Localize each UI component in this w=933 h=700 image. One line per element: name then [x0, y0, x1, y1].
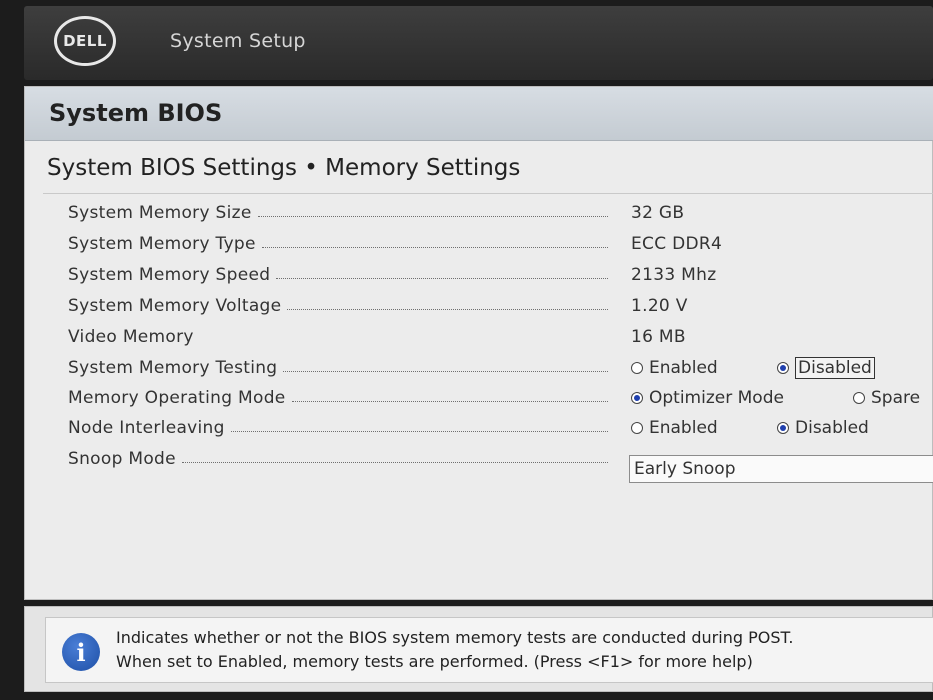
leader-dots	[287, 308, 608, 310]
help-panel: i Indicates whether or not the BIOS syst…	[24, 606, 933, 692]
help-line-1: Indicates whether or not the BIOS system…	[116, 628, 794, 647]
leader-dots	[276, 277, 608, 279]
setting-value: ECC DDR4	[631, 234, 723, 254]
info-icon: i	[62, 633, 100, 671]
leader-dots	[230, 430, 608, 432]
leader-dots	[283, 370, 608, 372]
help-line-2: When set to Enabled, memory tests are pe…	[116, 652, 753, 671]
help-box: i Indicates whether or not the BIOS syst…	[45, 617, 933, 683]
setting-value: 32 GB	[631, 203, 685, 223]
leader-dots	[181, 461, 608, 463]
setting-row-video-memory: Video Memory 16 MB	[25, 323, 933, 351]
section-title: System BIOS Settings • Memory Settings	[47, 155, 521, 181]
setting-value: 1.20 V	[631, 296, 688, 316]
radio-on-icon	[777, 362, 789, 374]
radio-node-interleaving-disabled[interactable]: Disabled	[777, 414, 869, 442]
setting-label: System Memory Speed	[68, 265, 271, 285]
radio-on-icon	[631, 392, 643, 404]
setting-label: System Memory Testing	[68, 358, 278, 378]
page-title: System BIOS	[49, 99, 223, 127]
snoop-mode-select[interactable]: Early Snoop	[629, 455, 933, 483]
setting-label: System Memory Type	[68, 234, 256, 254]
radio-on-icon	[777, 422, 789, 434]
setting-row-memory-testing: System Memory Testing Enabled Disabled	[25, 354, 933, 382]
setting-label: System Memory Size	[68, 203, 252, 223]
setting-row-memory-size: System Memory Size 32 GB	[25, 199, 933, 227]
radio-optimizer-mode[interactable]: Optimizer Mode	[631, 384, 784, 412]
setting-label: Video Memory	[68, 327, 194, 347]
setting-row-memory-type: System Memory Type ECC DDR4	[25, 230, 933, 258]
setting-row-memory-voltage: System Memory Voltage 1.20 V	[25, 292, 933, 320]
setting-label: Snoop Mode	[68, 449, 176, 469]
radio-node-interleaving-enabled[interactable]: Enabled	[631, 414, 718, 442]
app-title: System Setup	[170, 30, 306, 52]
main-panel: System BIOS System BIOS Settings • Memor…	[24, 86, 933, 600]
help-text: Indicates whether or not the BIOS system…	[116, 626, 931, 674]
leader-dots	[257, 215, 608, 217]
radio-off-icon	[631, 422, 643, 434]
section-divider	[43, 193, 933, 194]
radio-off-icon	[631, 362, 643, 374]
setting-row-memory-speed: System Memory Speed 2133 Mhz	[25, 261, 933, 289]
radio-off-icon	[853, 392, 865, 404]
setting-value: 16 MB	[631, 327, 686, 347]
setting-label: System Memory Voltage	[68, 296, 282, 316]
dell-logo: DELL	[54, 16, 116, 66]
leader-dots	[261, 246, 608, 248]
setting-value: 2133 Mhz	[631, 265, 717, 285]
header-bar: DELL System Setup	[24, 6, 933, 80]
setting-row-node-interleaving: Node Interleaving Enabled Disabled	[25, 414, 933, 442]
leader-dots	[291, 400, 608, 402]
setting-row-snoop-mode: Snoop Mode Early Snoop	[25, 449, 933, 483]
setting-row-operating-mode: Memory Operating Mode Optimizer Mode Spa…	[25, 384, 933, 412]
radio-memory-testing-disabled[interactable]: Disabled	[777, 354, 875, 382]
setting-label: Node Interleaving	[68, 418, 225, 438]
radio-memory-testing-enabled[interactable]: Enabled	[631, 354, 718, 382]
radio-spare-mode[interactable]: Spare	[853, 384, 920, 412]
page-title-bar: System BIOS	[25, 87, 933, 141]
setting-label: Memory Operating Mode	[68, 388, 286, 408]
